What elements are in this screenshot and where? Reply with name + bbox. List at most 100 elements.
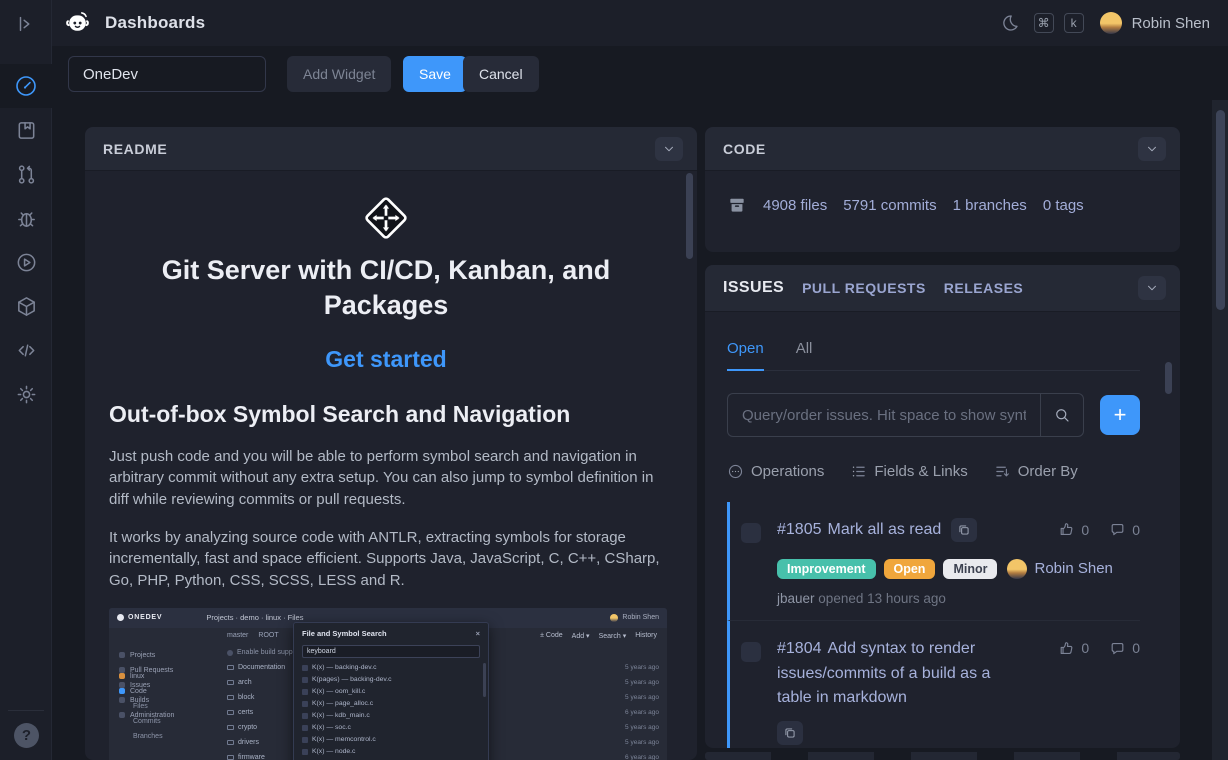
issues-widget: ISSUES PULL REQUESTS RELEASES Open All +… [705, 265, 1180, 748]
copy-icon[interactable] [777, 721, 803, 745]
sidebar-item-pull-requests[interactable] [0, 152, 52, 196]
copy-icon[interactable] [951, 518, 977, 542]
tab-all[interactable]: All [796, 340, 813, 370]
comment-icon[interactable] [1109, 640, 1126, 657]
widget-tab-issues[interactable]: ISSUES [723, 279, 784, 297]
user-menu[interactable]: Robin Shen [1132, 15, 1210, 32]
page-title: Dashboards [105, 13, 205, 33]
code-stat-link[interactable]: 0 tags [1043, 197, 1084, 214]
k-key: k [1064, 13, 1084, 33]
tab-open[interactable]: Open [727, 340, 764, 371]
issue-row: #1805Mark all as read 0 0 [727, 502, 1140, 620]
comment-icon[interactable] [1109, 521, 1126, 538]
sidebar-expand-icon[interactable] [12, 10, 40, 38]
search-button[interactable] [1040, 393, 1084, 437]
issues-scrollbar[interactable] [1165, 362, 1172, 394]
mini-search-modal: File and Symbol Search × keyboard K(x) —… [293, 622, 489, 760]
onedev-logo-icon [64, 10, 91, 37]
thumbs-up-icon[interactable] [1058, 521, 1075, 538]
issue-assignee[interactable]: Robin Shen [1007, 559, 1112, 579]
mini-close-icon: × [476, 629, 480, 638]
mini-branch: master [227, 632, 248, 639]
widget-tab-releases[interactable]: RELEASES [944, 280, 1023, 296]
issue-list: #1805Mark all as read 0 0 [727, 502, 1140, 748]
sidebar-item-issues[interactable] [0, 196, 52, 240]
vote-count: 0 [1081, 640, 1089, 656]
sidebar-item-code[interactable] [0, 328, 52, 372]
cancel-button[interactable]: Cancel [463, 56, 539, 92]
readme-widget-header: README [85, 127, 697, 171]
dark-mode-icon[interactable] [1000, 13, 1020, 33]
mini-brand: ONEDEV [117, 614, 162, 621]
issues-widget-header: ISSUES PULL REQUESTS RELEASES [705, 265, 1180, 312]
save-button[interactable]: Save [403, 56, 467, 92]
readme-heading: Git Server with CI/CD, Kanban, and Packa… [149, 253, 623, 322]
code-widget-header: CODE [705, 127, 1180, 171]
assignee-avatar [1007, 559, 1027, 579]
issues-collapse-button[interactable] [1138, 276, 1166, 300]
issue-label[interactable]: Improvement [777, 559, 876, 579]
readme-widget: README Git Server with CI/CD, Kanban, an… [85, 127, 697, 760]
code-collapse-button[interactable] [1138, 137, 1166, 161]
code-stat-link[interactable]: 4908 files [763, 197, 827, 214]
readme-content: Git Server with CI/CD, Kanban, and Packa… [85, 171, 697, 760]
mini-actions: ± CodeAdd ▾Search ▾History [540, 632, 667, 640]
top-bar: Dashboards ⌘ k Robin Shen [0, 0, 1228, 46]
code-stats: 4908 files 5791 commits 1 branches 0 tags [763, 197, 1084, 214]
sidebar-item-builds[interactable] [0, 240, 52, 284]
code-stat-link[interactable]: 1 branches [953, 197, 1027, 214]
order-by-menu[interactable]: Order By [994, 463, 1078, 480]
issue-query-input[interactable] [727, 393, 1040, 437]
readme-scrollbar[interactable] [685, 173, 693, 758]
thumbs-up-icon[interactable] [1058, 640, 1075, 657]
mini-sidebar: ProjectsPull RequestsIssuesBuildsAdminis… [109, 644, 219, 760]
code-widget: CODE 4908 files 5791 commits 1 branches 0 t… [705, 127, 1180, 252]
repository-icon [727, 195, 747, 215]
sidebar-item-dashboards[interactable] [0, 64, 52, 108]
issue-label[interactable]: Open [884, 559, 936, 579]
get-started-link[interactable]: Get started [109, 346, 663, 373]
issue-labels: Improvement Open Minor Robin Shen [777, 559, 1140, 579]
sidebar-nav [0, 64, 52, 416]
sidebar-item-projects[interactable] [0, 108, 52, 152]
code-widget-title: CODE [723, 141, 766, 157]
readme-widget-title: README [103, 141, 167, 157]
issue-checkbox[interactable] [741, 642, 761, 662]
readme-paragraph: It works by analyzing source code with A… [109, 527, 663, 591]
mini-breadcrumb: Projects · demo · linux · Files [206, 613, 303, 622]
widget-tab-pull-requests[interactable]: PULL REQUESTS [802, 280, 926, 296]
comment-count: 0 [1132, 640, 1140, 656]
readme-paragraph: Just push code and you will be able to p… [109, 446, 663, 510]
mini-user: Robin Shen [610, 614, 659, 622]
issue-title[interactable]: #1805Mark all as read [777, 518, 941, 543]
vote-count: 0 [1081, 522, 1089, 538]
code-stat-link[interactable]: 5791 commits [843, 197, 936, 214]
issue-label[interactable]: Minor [943, 559, 997, 579]
page-scrollbar-thumb[interactable] [1216, 110, 1225, 310]
readme-collapse-button[interactable] [655, 137, 683, 161]
comment-count: 0 [1132, 522, 1140, 538]
mini-search-input: keyboard [302, 645, 480, 658]
add-issue-button[interactable]: + [1100, 395, 1140, 435]
issues-toolbar: Operations Fields & Links Order By [727, 463, 1140, 480]
issue-row: #1804Add syntax to render issues/commits… [727, 620, 1140, 748]
operations-menu[interactable]: Operations [727, 463, 824, 480]
issues-state-tabs: Open All [727, 312, 1140, 371]
issue-checkbox[interactable] [741, 523, 761, 543]
sidebar-item-settings[interactable] [0, 372, 52, 416]
avatar[interactable] [1100, 12, 1122, 34]
issue-title[interactable]: #1804Add syntax to render issues/commits… [777, 637, 1015, 711]
dashboard-name-input[interactable] [68, 56, 266, 92]
sidebar-divider [8, 710, 44, 711]
cmd-key: ⌘ [1034, 13, 1054, 33]
mini-root: ROOT [258, 632, 278, 639]
sidebar-item-packages[interactable] [0, 284, 52, 328]
readme-subheading: Out-of-box Symbol Search and Navigation [109, 401, 663, 428]
readme-screenshot-image: ONEDEV Projects · demo · linux · Files R… [109, 608, 667, 760]
fields-links-menu[interactable]: Fields & Links [850, 463, 967, 480]
mini-search-results: K(x) — backing-dev.cK(pages) — backing-d… [302, 662, 480, 760]
dashboard-grid-hint [705, 752, 1180, 760]
onedev-diamond-logo-icon [109, 193, 663, 243]
add-widget-button[interactable]: Add Widget [287, 56, 391, 92]
help-button[interactable]: ? [14, 723, 39, 748]
